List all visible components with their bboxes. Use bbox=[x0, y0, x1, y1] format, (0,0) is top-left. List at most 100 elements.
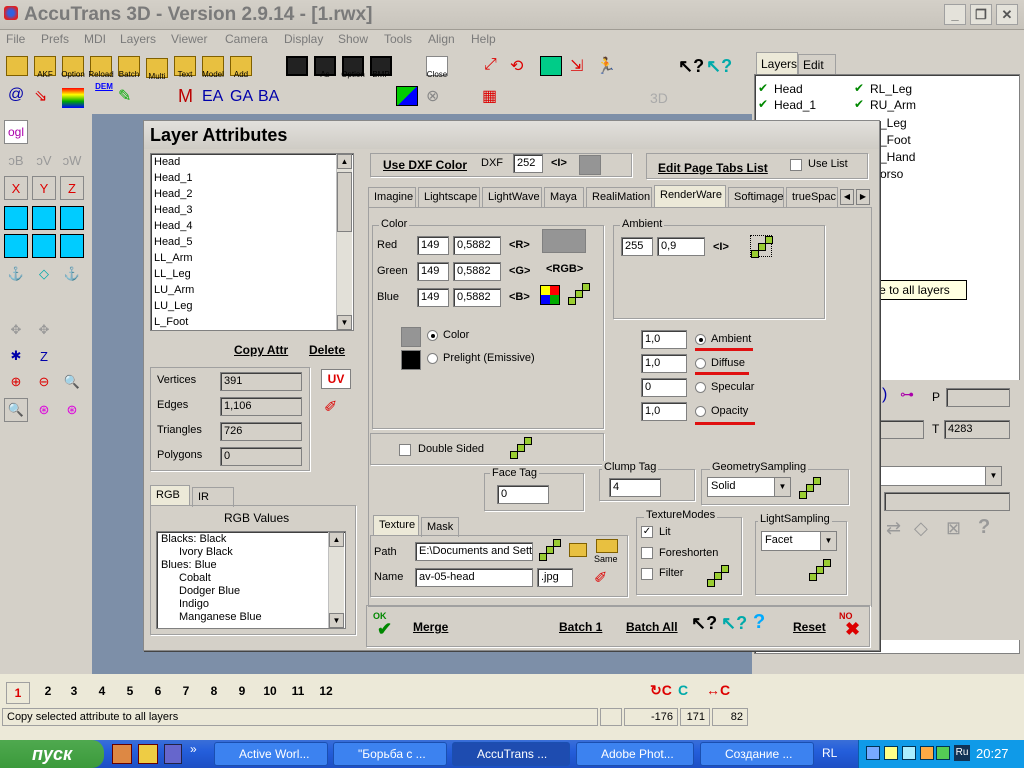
menu-show[interactable]: Show bbox=[338, 32, 368, 46]
scroll-down-arrow[interactable]: ▼ bbox=[329, 613, 344, 628]
layer-item[interactable]: RL_Leg bbox=[870, 82, 912, 96]
dxf-value-input[interactable]: 252 bbox=[513, 154, 543, 173]
color-gradient-icon[interactable] bbox=[396, 86, 418, 106]
axis-z-icon[interactable]: Z bbox=[32, 344, 56, 368]
geometry-sampling-select[interactable]: Solid ▼ bbox=[707, 477, 791, 497]
rainbow-icon[interactable] bbox=[62, 88, 84, 108]
coef-diffuse-radio[interactable] bbox=[695, 358, 706, 369]
coef-ambient-input[interactable]: 1,0 bbox=[641, 330, 687, 349]
page-12[interactable]: 12 bbox=[314, 684, 338, 698]
texture-name-input[interactable]: av-05-head bbox=[415, 568, 533, 587]
restore-button[interactable]: ❐ bbox=[970, 4, 992, 25]
tab-scroll-right-arrow[interactable]: ▶ bbox=[856, 189, 870, 205]
task-sozdanie[interactable]: Создание ... bbox=[700, 742, 814, 766]
menu-align[interactable]: Align bbox=[428, 32, 455, 46]
menu-prefs[interactable]: Prefs bbox=[41, 32, 69, 46]
task-adobe-photoshop[interactable]: Adobe Phot... bbox=[576, 742, 694, 766]
right-combo[interactable]: ▼ bbox=[876, 466, 1002, 486]
tray-lang[interactable]: Ru bbox=[954, 745, 970, 761]
pencil-icon[interactable]: ✎ bbox=[118, 86, 140, 106]
coef-ambient-radio[interactable] bbox=[695, 334, 706, 345]
layer-item[interactable]: Head bbox=[774, 82, 803, 96]
tab-edit[interactable]: Edit bbox=[798, 54, 836, 74]
tray-icon-5[interactable] bbox=[936, 746, 950, 760]
use-dxf-color-button[interactable]: Use DXF Color bbox=[383, 158, 467, 172]
save-disk-icon[interactable] bbox=[286, 56, 308, 76]
blue-apply-button[interactable]: <B> bbox=[509, 291, 530, 303]
ea-button[interactable]: EA bbox=[202, 88, 223, 106]
delete-button[interactable]: Delete bbox=[309, 343, 345, 357]
blue-float-input[interactable]: 0,5882 bbox=[453, 288, 501, 307]
cancel-x-icon[interactable]: ✖ bbox=[845, 619, 865, 639]
page-11[interactable]: 11 bbox=[286, 684, 310, 698]
menu-file[interactable]: File bbox=[6, 32, 25, 46]
minimize-button[interactable]: _ bbox=[944, 4, 966, 25]
menu-display[interactable]: Display bbox=[284, 32, 323, 46]
ogl-button[interactable]: ogl bbox=[4, 120, 28, 144]
tab-layers[interactable]: Layers bbox=[756, 52, 798, 74]
list-item[interactable]: LL_Leg bbox=[154, 268, 191, 280]
page-3[interactable]: 3 bbox=[64, 684, 84, 698]
cube-outline-icon[interactable]: ◇ bbox=[32, 262, 56, 286]
layer-item[interactable]: RU_Arm bbox=[870, 98, 916, 112]
list-item[interactable]: Ivory Black bbox=[179, 546, 233, 558]
copy-to-all-icon[interactable] bbox=[539, 539, 561, 561]
rotate-x-icon[interactable]: X bbox=[4, 176, 28, 200]
cube-4-icon[interactable] bbox=[4, 234, 28, 258]
ambient-value-input[interactable]: 255 bbox=[621, 237, 653, 256]
color-radio[interactable] bbox=[427, 330, 438, 341]
browse-folder-icon[interactable] bbox=[569, 543, 587, 557]
list-item[interactable]: Blues: Blue bbox=[161, 559, 217, 571]
tab-realimation[interactable]: RealiMation bbox=[586, 187, 652, 207]
tray-network-icon[interactable] bbox=[866, 746, 880, 760]
tab-maya[interactable]: Maya bbox=[544, 187, 584, 207]
light-sampling-select[interactable]: Facet ▼ bbox=[761, 531, 837, 551]
list-item[interactable]: Head_5 bbox=[154, 236, 193, 248]
open-folder-icon[interactable] bbox=[6, 56, 28, 76]
uv-button[interactable]: UV bbox=[321, 369, 351, 389]
help-question-icon[interactable]: ? bbox=[753, 611, 771, 635]
list-item[interactable]: Cobalt bbox=[179, 572, 211, 584]
coef-diffuse-input[interactable]: 1,0 bbox=[641, 354, 687, 373]
camera-c-red-icon[interactable]: ↻C bbox=[650, 682, 674, 704]
scroll-down-arrow[interactable]: ▼ bbox=[337, 315, 352, 330]
cube-select-icon[interactable] bbox=[540, 56, 562, 76]
tab-imagine[interactable]: Imagine bbox=[368, 187, 416, 207]
cube-5-icon[interactable] bbox=[32, 234, 56, 258]
list-item[interactable]: L_Foot bbox=[154, 316, 188, 328]
list-item[interactable]: Head_4 bbox=[154, 220, 193, 232]
copy-to-all-icon[interactable] bbox=[799, 477, 821, 499]
ga-button[interactable]: GA bbox=[230, 88, 253, 106]
axis-x-icon[interactable]: ✱ bbox=[4, 344, 28, 368]
batch-all-button[interactable]: Batch All bbox=[626, 620, 678, 634]
page-6[interactable]: 6 bbox=[148, 684, 168, 698]
list-item[interactable]: Indigo bbox=[179, 598, 209, 610]
red-input[interactable]: 149 bbox=[417, 236, 449, 255]
list-item[interactable]: Head_2 bbox=[154, 188, 193, 200]
page-5[interactable]: 5 bbox=[120, 684, 140, 698]
copy-to-all-icon[interactable] bbox=[809, 559, 831, 581]
tray-icon-3[interactable] bbox=[902, 746, 916, 760]
list-item[interactable]: LU_Arm bbox=[154, 284, 194, 296]
uv-paint-icon[interactable]: ✐ bbox=[324, 397, 352, 421]
texture-path-input[interactable]: E:\Documents and Sett bbox=[415, 542, 533, 561]
same-folder-icon[interactable] bbox=[596, 539, 618, 553]
tab-softimage[interactable]: Softimage bbox=[728, 187, 784, 207]
menu-tools[interactable]: Tools bbox=[384, 32, 412, 46]
rgb-apply-button[interactable]: <RGB> bbox=[546, 263, 583, 275]
layer-item[interactable]: Head_1 bbox=[774, 98, 816, 112]
tree-icon[interactable]: ⊶ bbox=[900, 386, 920, 406]
copy-attr-button[interactable]: Copy Attr bbox=[234, 343, 288, 357]
list-item[interactable]: LU_Leg bbox=[154, 300, 193, 312]
scroll-thumb[interactable] bbox=[337, 172, 352, 232]
palette-grid-icon[interactable] bbox=[540, 285, 560, 305]
tab-lightwave[interactable]: LightWave bbox=[482, 187, 542, 207]
page-4[interactable]: 4 bbox=[92, 684, 112, 698]
red-float-input[interactable]: 0,5882 bbox=[453, 236, 501, 255]
tab-truespace[interactable]: trueSpac bbox=[786, 187, 838, 207]
rotate-z-icon[interactable]: Z bbox=[60, 176, 84, 200]
zoom-magenta-2-icon[interactable]: ⊛ bbox=[60, 398, 84, 422]
list-item[interactable]: LL_Arm bbox=[154, 252, 193, 264]
reset-button[interactable]: Reset bbox=[793, 620, 826, 634]
blue-input[interactable]: 149 bbox=[417, 288, 449, 307]
